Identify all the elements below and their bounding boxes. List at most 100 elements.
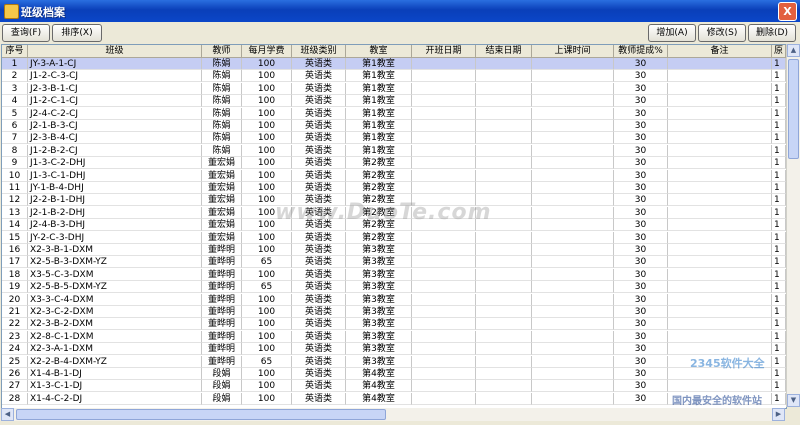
cell-time — [532, 120, 614, 132]
column-header-class[interactable]: 班级 — [28, 45, 202, 58]
edit-button[interactable]: 修改(S) — [698, 24, 746, 42]
cell-extra: 1 — [772, 355, 786, 368]
cell-class: X1-4-C-2-DJ — [28, 392, 202, 405]
add-button[interactable]: 增加(A) — [648, 24, 696, 42]
column-header-fee[interactable]: 每月学费 — [242, 45, 292, 58]
cell-remark — [668, 268, 772, 281]
brand-watermark: 2345软件大全 — [690, 357, 765, 370]
table-row[interactable]: 22 X2-3-B-2-DXM 董晔明 100 英语类 第3教室 30 1 — [2, 318, 786, 331]
column-header-commission[interactable]: 教师提成% — [614, 45, 668, 58]
cell-room: 第3教室 — [346, 318, 412, 331]
table-row[interactable]: 4 J1-2-C-1-CJ 陈娟 100 英语类 第1教室 30 1 — [2, 95, 786, 108]
table-row[interactable]: 8 J1-2-B-2-CJ 陈娟 100 英语类 第1教室 30 1 — [2, 144, 786, 157]
table-row[interactable]: 7 J2-3-B-4-CJ 陈娟 100 英语类 第1教室 30 1 — [2, 132, 786, 145]
cell-extra: 1 — [772, 144, 786, 157]
table-row[interactable]: 28 X1-4-C-2-DJ 段娟 100 英语类 第4教室 30 1 — [2, 392, 786, 405]
cell-time — [532, 82, 614, 95]
cell-remark — [668, 380, 772, 393]
cell-seq: 15 — [2, 231, 28, 244]
vertical-scroll-thumb[interactable] — [788, 59, 799, 159]
column-header-seq[interactable]: 序号 — [2, 45, 28, 58]
table-row[interactable]: 17 X2-5-B-3-DXM-YZ 董晔明 65 英语类 第3教室 30 1 — [2, 256, 786, 269]
query-button[interactable]: 查询(F) — [2, 24, 50, 42]
table-row[interactable]: 5 J2-4-C-2-CJ 陈娟 100 英语类 第1教室 30 1 — [2, 107, 786, 120]
cell-seq: 6 — [2, 120, 28, 132]
cell-commission: 30 — [614, 368, 668, 380]
table-row[interactable]: 16 X2-3-B-1-DXM 董晔明 100 英语类 第3教室 30 1 — [2, 244, 786, 256]
cell-room: 第3教室 — [346, 306, 412, 318]
table-row[interactable]: 3 J2-3-B-1-CJ 陈娟 100 英语类 第1教室 30 1 — [2, 82, 786, 95]
column-header-room[interactable]: 教室 — [346, 45, 412, 58]
table-row[interactable]: 26 X1-4-B-1-DJ 段娟 100 英语类 第4教室 30 1 — [2, 368, 786, 380]
horizontal-scrollbar[interactable]: ◀ ▶ — [1, 408, 785, 421]
delete-button[interactable]: 删除(D) — [748, 24, 796, 42]
cell-fee: 100 — [242, 58, 292, 70]
cell-start-date — [412, 144, 476, 157]
table-row[interactable]: 1 JY-3-A-1-CJ 陈娟 100 英语类 第1教室 30 1 — [2, 58, 786, 70]
table-row[interactable]: 9 J1-3-C-2-DHJ 董宏娟 100 英语类 第2教室 30 1 — [2, 157, 786, 170]
cell-end-date — [476, 144, 532, 157]
column-header-time[interactable]: 上课时间 — [532, 45, 614, 58]
cell-start-date — [412, 120, 476, 132]
cell-room: 第2教室 — [346, 169, 412, 182]
cell-class: JY-2-C-3-DHJ — [28, 231, 202, 244]
table-row[interactable]: 25 X2-2-B-4-DXM-YZ 董晔明 65 英语类 第3教室 30 1 — [2, 355, 786, 368]
cell-commission: 30 — [614, 380, 668, 393]
cell-teacher: 段娟 — [202, 380, 242, 393]
scroll-up-arrow-icon[interactable]: ▲ — [787, 44, 800, 57]
column-header-extra[interactable]: 原 — [772, 45, 786, 58]
cell-extra: 1 — [772, 182, 786, 194]
cell-end-date — [476, 120, 532, 132]
cell-room: 第3教室 — [346, 293, 412, 306]
scroll-down-arrow-icon[interactable]: ▼ — [787, 394, 800, 407]
table-row[interactable]: 2 J1-2-C-3-CJ 陈娟 100 英语类 第1教室 30 1 — [2, 70, 786, 83]
cell-category: 英语类 — [292, 343, 346, 356]
table-row[interactable]: 27 X1-3-C-1-DJ 段娟 100 英语类 第4教室 30 1 — [2, 380, 786, 393]
cell-room: 第2教室 — [346, 231, 412, 244]
cell-start-date — [412, 70, 476, 83]
table-row[interactable]: 18 X3-5-C-3-DXM 董晔明 100 英语类 第3教室 30 1 — [2, 268, 786, 281]
cell-category: 英语类 — [292, 268, 346, 281]
table-row[interactable]: 6 J2-1-B-3-CJ 陈娟 100 英语类 第1教室 30 1 — [2, 120, 786, 132]
cell-time — [532, 355, 614, 368]
cell-class: X2-2-B-4-DXM-YZ — [28, 355, 202, 368]
cell-fee: 100 — [242, 380, 292, 393]
horizontal-scroll-thumb[interactable] — [16, 409, 386, 420]
cell-extra: 1 — [772, 368, 786, 380]
cell-category: 英语类 — [292, 144, 346, 157]
scroll-left-arrow-icon[interactable]: ◀ — [1, 408, 14, 421]
cell-fee: 65 — [242, 256, 292, 269]
vertical-scrollbar[interactable]: ▲ ▼ — [786, 44, 800, 407]
table-row[interactable]: 10 J1-3-C-1-DHJ 董宏娟 100 英语类 第2教室 30 1 — [2, 169, 786, 182]
table-row[interactable]: 20 X3-3-C-4-DXM 董晔明 100 英语类 第3教室 30 1 — [2, 293, 786, 306]
cell-time — [532, 157, 614, 170]
table-row[interactable]: 19 X2-5-B-5-DXM-YZ 董晔明 65 英语类 第3教室 30 1 — [2, 281, 786, 294]
cell-fee: 100 — [242, 182, 292, 194]
scroll-right-arrow-icon[interactable]: ▶ — [772, 408, 785, 421]
table-row[interactable]: 23 X2-8-C-1-DXM 董晔明 100 英语类 第3教室 30 1 — [2, 330, 786, 343]
cell-remark — [668, 107, 772, 120]
table-row[interactable]: 24 X2-3-A-1-DXM 董晔明 100 英语类 第3教室 30 1 — [2, 343, 786, 356]
class-records-table[interactable]: 序号 班级 教师 每月学费 班级类别 教室 开班日期 结束日期 上课时间 教师提成% 备注原 1 JY-… — [1, 44, 787, 409]
cell-seq: 17 — [2, 256, 28, 269]
cell-class: X2-5-B-3-DXM-YZ — [28, 256, 202, 269]
cell-extra: 1 — [772, 95, 786, 108]
column-header-teacher[interactable]: 教师 — [202, 45, 242, 58]
sort-button[interactable]: 排序(X) — [52, 24, 102, 42]
column-header-remark[interactable]: 备注 — [668, 45, 772, 58]
cell-commission: 30 — [614, 95, 668, 108]
cell-room: 第1教室 — [346, 95, 412, 108]
cell-fee: 100 — [242, 157, 292, 170]
cell-room: 第1教室 — [346, 82, 412, 95]
cell-remark — [668, 132, 772, 145]
cell-fee: 100 — [242, 231, 292, 244]
table-row[interactable]: 15 JY-2-C-3-DHJ 董宏娟 100 英语类 第2教室 30 1 — [2, 231, 786, 244]
table-row[interactable]: 21 X2-3-C-2-DXM 董晔明 100 英语类 第3教室 30 1 — [2, 306, 786, 318]
close-button[interactable]: X — [778, 2, 797, 21]
column-header-end-date[interactable]: 结束日期 — [476, 45, 532, 58]
column-header-start-date[interactable]: 开班日期 — [412, 45, 476, 58]
table-row[interactable]: 11 JY-1-B-4-DHJ 董宏娟 100 英语类 第2教室 30 1 — [2, 182, 786, 194]
cell-remark — [668, 330, 772, 343]
column-header-category[interactable]: 班级类别 — [292, 45, 346, 58]
cell-remark — [668, 95, 772, 108]
